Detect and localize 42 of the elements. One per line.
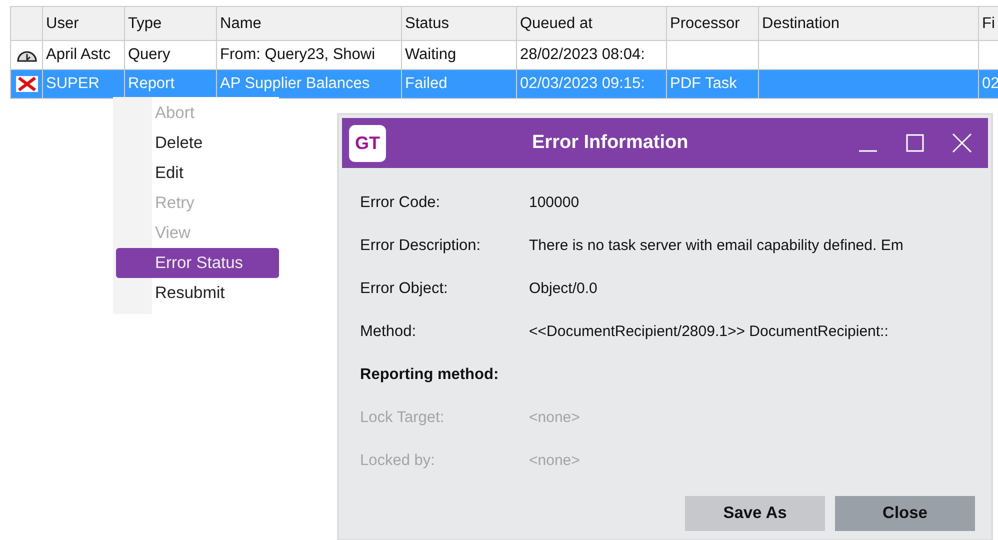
column-header[interactable]: Name: [217, 7, 402, 40]
table-cell: 02/03/2023 09:15:: [520, 75, 645, 93]
menu-item[interactable]: Resubmit: [116, 278, 279, 308]
table-cell: Query: [128, 46, 170, 64]
save-as-button[interactable]: Save As: [685, 496, 825, 531]
field-value: <<DocumentRecipient/2809.1>> DocumentRecipient::: [529, 323, 888, 340]
field-label: Error Description:: [360, 236, 482, 254]
table-cell: April Astc: [46, 46, 111, 64]
column-header[interactable]: Fi: [979, 7, 998, 40]
table-cell: Waiting: [405, 46, 456, 64]
table-cell: From: Query23, Showi: [220, 46, 376, 64]
table-cell: AP Supplier Balances: [220, 75, 370, 93]
close-button[interactable]: Close: [835, 496, 975, 531]
maximize-icon[interactable]: [906, 134, 924, 152]
table-cell: PDF Task: [670, 75, 737, 93]
table-cell: Report: [128, 75, 175, 93]
app-logo: GT: [349, 124, 386, 162]
field-label: Lock Target:: [360, 408, 446, 426]
column-header[interactable]: Queued at: [517, 7, 667, 40]
table-cell: SUPER: [46, 75, 100, 93]
field-label: Reporting method:: [360, 366, 500, 384]
field-value: Object/0.0: [529, 280, 598, 297]
table-cell: Failed: [405, 75, 448, 93]
column-header[interactable]: Processor: [667, 7, 759, 40]
column-header[interactable]: User: [43, 7, 125, 40]
table-cell: 28/02/2023 08:04:: [520, 46, 645, 64]
field-label: Error Code:: [360, 194, 442, 212]
menu-item[interactable]: Delete: [116, 128, 279, 158]
menu-item[interactable]: Error Status: [116, 248, 279, 278]
field-value: There is no task server with email capability defined. Em: [529, 237, 904, 254]
field-label: Locked by:: [360, 452, 436, 470]
column-header[interactable]: Status: [402, 7, 517, 40]
field-label: Error Object:: [360, 280, 449, 298]
menu-item[interactable]: Edit: [116, 158, 279, 188]
field-label: Method:: [360, 322, 418, 340]
column-header[interactable]: Type: [125, 7, 217, 40]
window-title: Error Information: [532, 132, 688, 154]
column-header[interactable]: Destination: [759, 7, 979, 40]
field-value: <none>: [529, 452, 580, 469]
close-icon[interactable]: [952, 133, 972, 153]
field-value: 100000: [529, 194, 580, 211]
field-value: <none>: [529, 409, 580, 426]
